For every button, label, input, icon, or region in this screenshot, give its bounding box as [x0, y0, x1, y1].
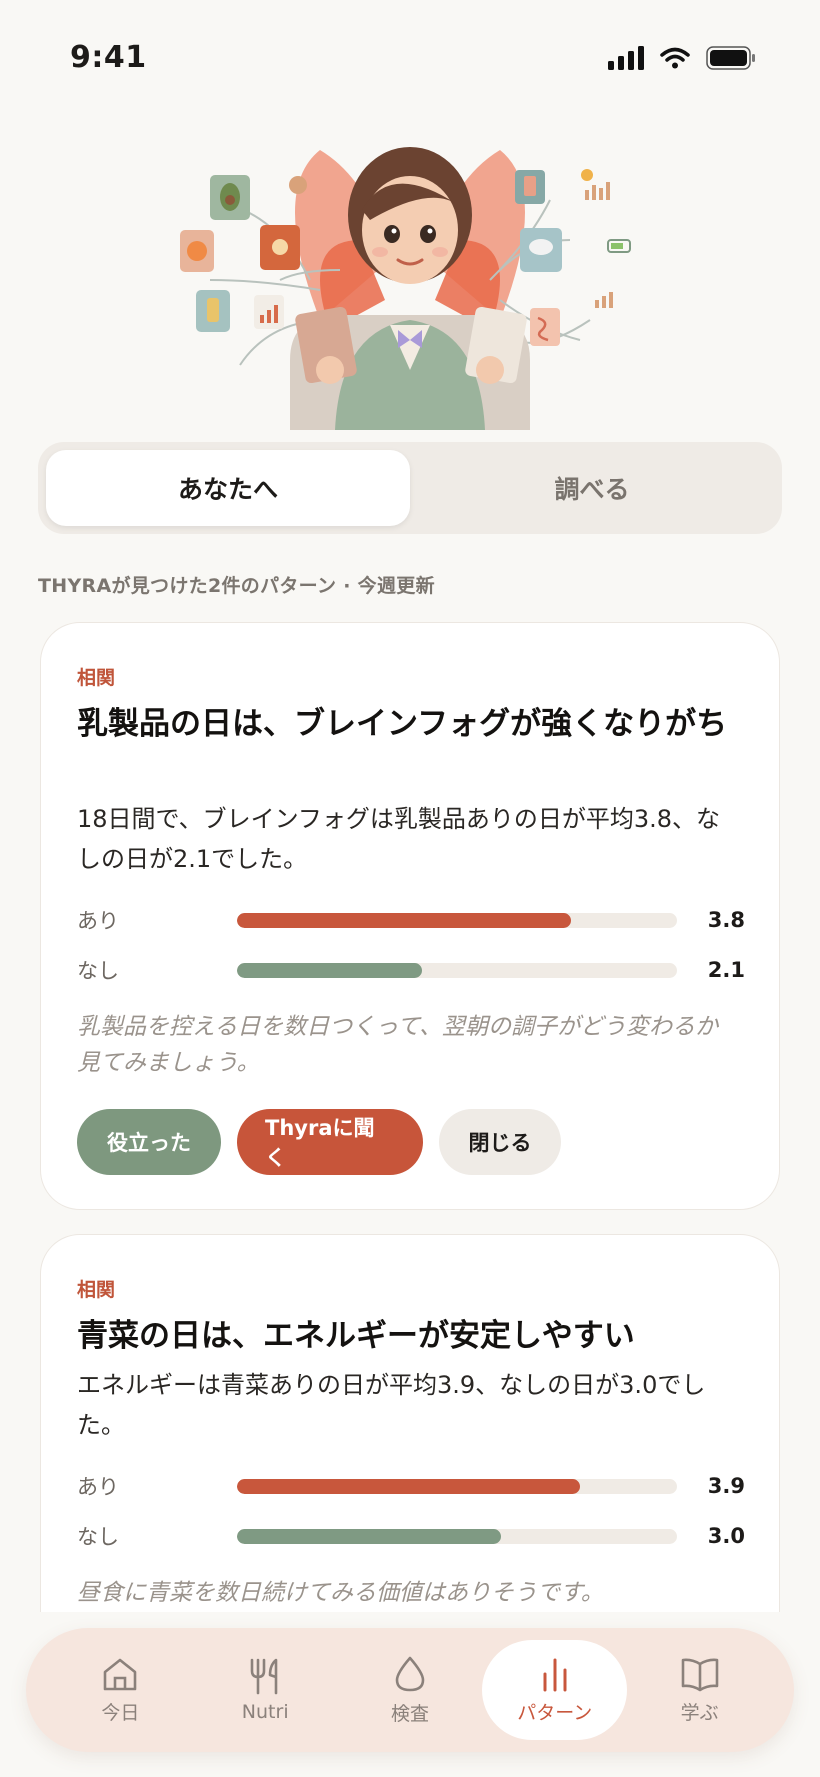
- book-icon: [681, 1658, 718, 1691]
- tab-label: パターン: [517, 1701, 593, 1724]
- tab-label: Nutri: [241, 1701, 289, 1723]
- bar-track: [237, 1478, 677, 1494]
- status-bar: 9:41: [0, 0, 820, 120]
- fork-knife-icon: [250, 1658, 278, 1695]
- status-time: 9:41: [70, 40, 147, 75]
- tab-explore[interactable]: 調べる: [410, 450, 774, 526]
- bar-track: [237, 1528, 677, 1544]
- wifi-icon: [660, 47, 690, 69]
- tab-for-you[interactable]: あなたへ: [46, 450, 410, 526]
- bar-fill: [237, 1478, 581, 1494]
- card-tag: 相関: [77, 667, 116, 689]
- bar-value: 3.9: [707, 1474, 745, 1498]
- bar-chart-icon: [543, 1658, 567, 1691]
- card-actions: 役立った Thyraに聞く 閉じる: [77, 1109, 561, 1175]
- card-hint: 乳製品を控える日を数日つくって、翌朝の調子がどう変わるか見てみましょう。: [77, 1014, 719, 1076]
- tab-label: 今日: [101, 1701, 140, 1724]
- close-button[interactable]: 閉じる: [439, 1109, 561, 1175]
- tab-nutri[interactable]: Nutri: [193, 1640, 338, 1740]
- bar-label: なし: [77, 959, 119, 983]
- tab-label: 検査: [390, 1702, 429, 1725]
- card-title: 乳製品の日は、ブレインフォグが強くなりがち: [77, 706, 728, 742]
- bar-value: 3.8: [707, 908, 745, 932]
- bar-track: [237, 912, 677, 928]
- bar-track: [237, 962, 677, 978]
- bar-row-no: なし 2.1: [77, 955, 745, 985]
- bar-row-no: なし 3.0: [77, 1521, 745, 1551]
- tab-patterns[interactable]: パターン: [482, 1640, 628, 1740]
- bar-label: あり: [77, 1475, 119, 1499]
- pattern-card: 相関 乳製品の日は、ブレインフォグが強くなりがち 18日間で、ブレインフォグは乳…: [40, 622, 780, 1210]
- battery-icon: [706, 46, 755, 70]
- section-label: THYRAが見つけた2件のパターン · 今週更新: [38, 575, 435, 597]
- helpful-button[interactable]: 役立った: [77, 1109, 221, 1175]
- signal-icon: [608, 46, 644, 70]
- bar-fill: [237, 1528, 501, 1544]
- tab-tests[interactable]: 検査: [338, 1640, 483, 1740]
- card-body: 18日間で、ブレインフォグは乳製品ありの日が平均3.8、なしの日が2.1でした。: [77, 805, 721, 873]
- bar-value: 2.1: [707, 958, 745, 982]
- bar-row-yes: あり 3.9: [77, 1471, 745, 1501]
- bar-row-yes: あり 3.8: [77, 905, 745, 935]
- hero-illustration: [170, 130, 650, 430]
- home-icon: [104, 1658, 137, 1690]
- tab-today[interactable]: 今日: [48, 1640, 193, 1740]
- bar-label: あり: [77, 909, 119, 933]
- segmented-control: あなたへ 調べる: [38, 442, 782, 534]
- tab-label: 学ぶ: [680, 1701, 719, 1724]
- card-body: エネルギーは青菜ありの日が平均3.9、なしの日が3.0でした。: [77, 1371, 706, 1439]
- bottom-tab-bar: 今日 Nutri 検査 パターン 学ぶ: [26, 1628, 794, 1752]
- bar-fill: [237, 962, 422, 978]
- card-title: 青菜の日は、エネルギーが安定しやすい: [77, 1318, 635, 1354]
- ask-thyra-button[interactable]: Thyraに聞く: [237, 1109, 423, 1175]
- bar-fill: [237, 912, 572, 928]
- card-hint: 昼食に青菜を数日続けてみる価値はありそうです。: [77, 1580, 604, 1606]
- drop-icon: [395, 1656, 425, 1691]
- tab-learn[interactable]: 学ぶ: [627, 1640, 772, 1740]
- bar-value: 3.0: [707, 1524, 745, 1548]
- status-icons: [608, 46, 756, 70]
- card-tag: 相関: [77, 1279, 116, 1301]
- bar-label: なし: [77, 1525, 119, 1549]
